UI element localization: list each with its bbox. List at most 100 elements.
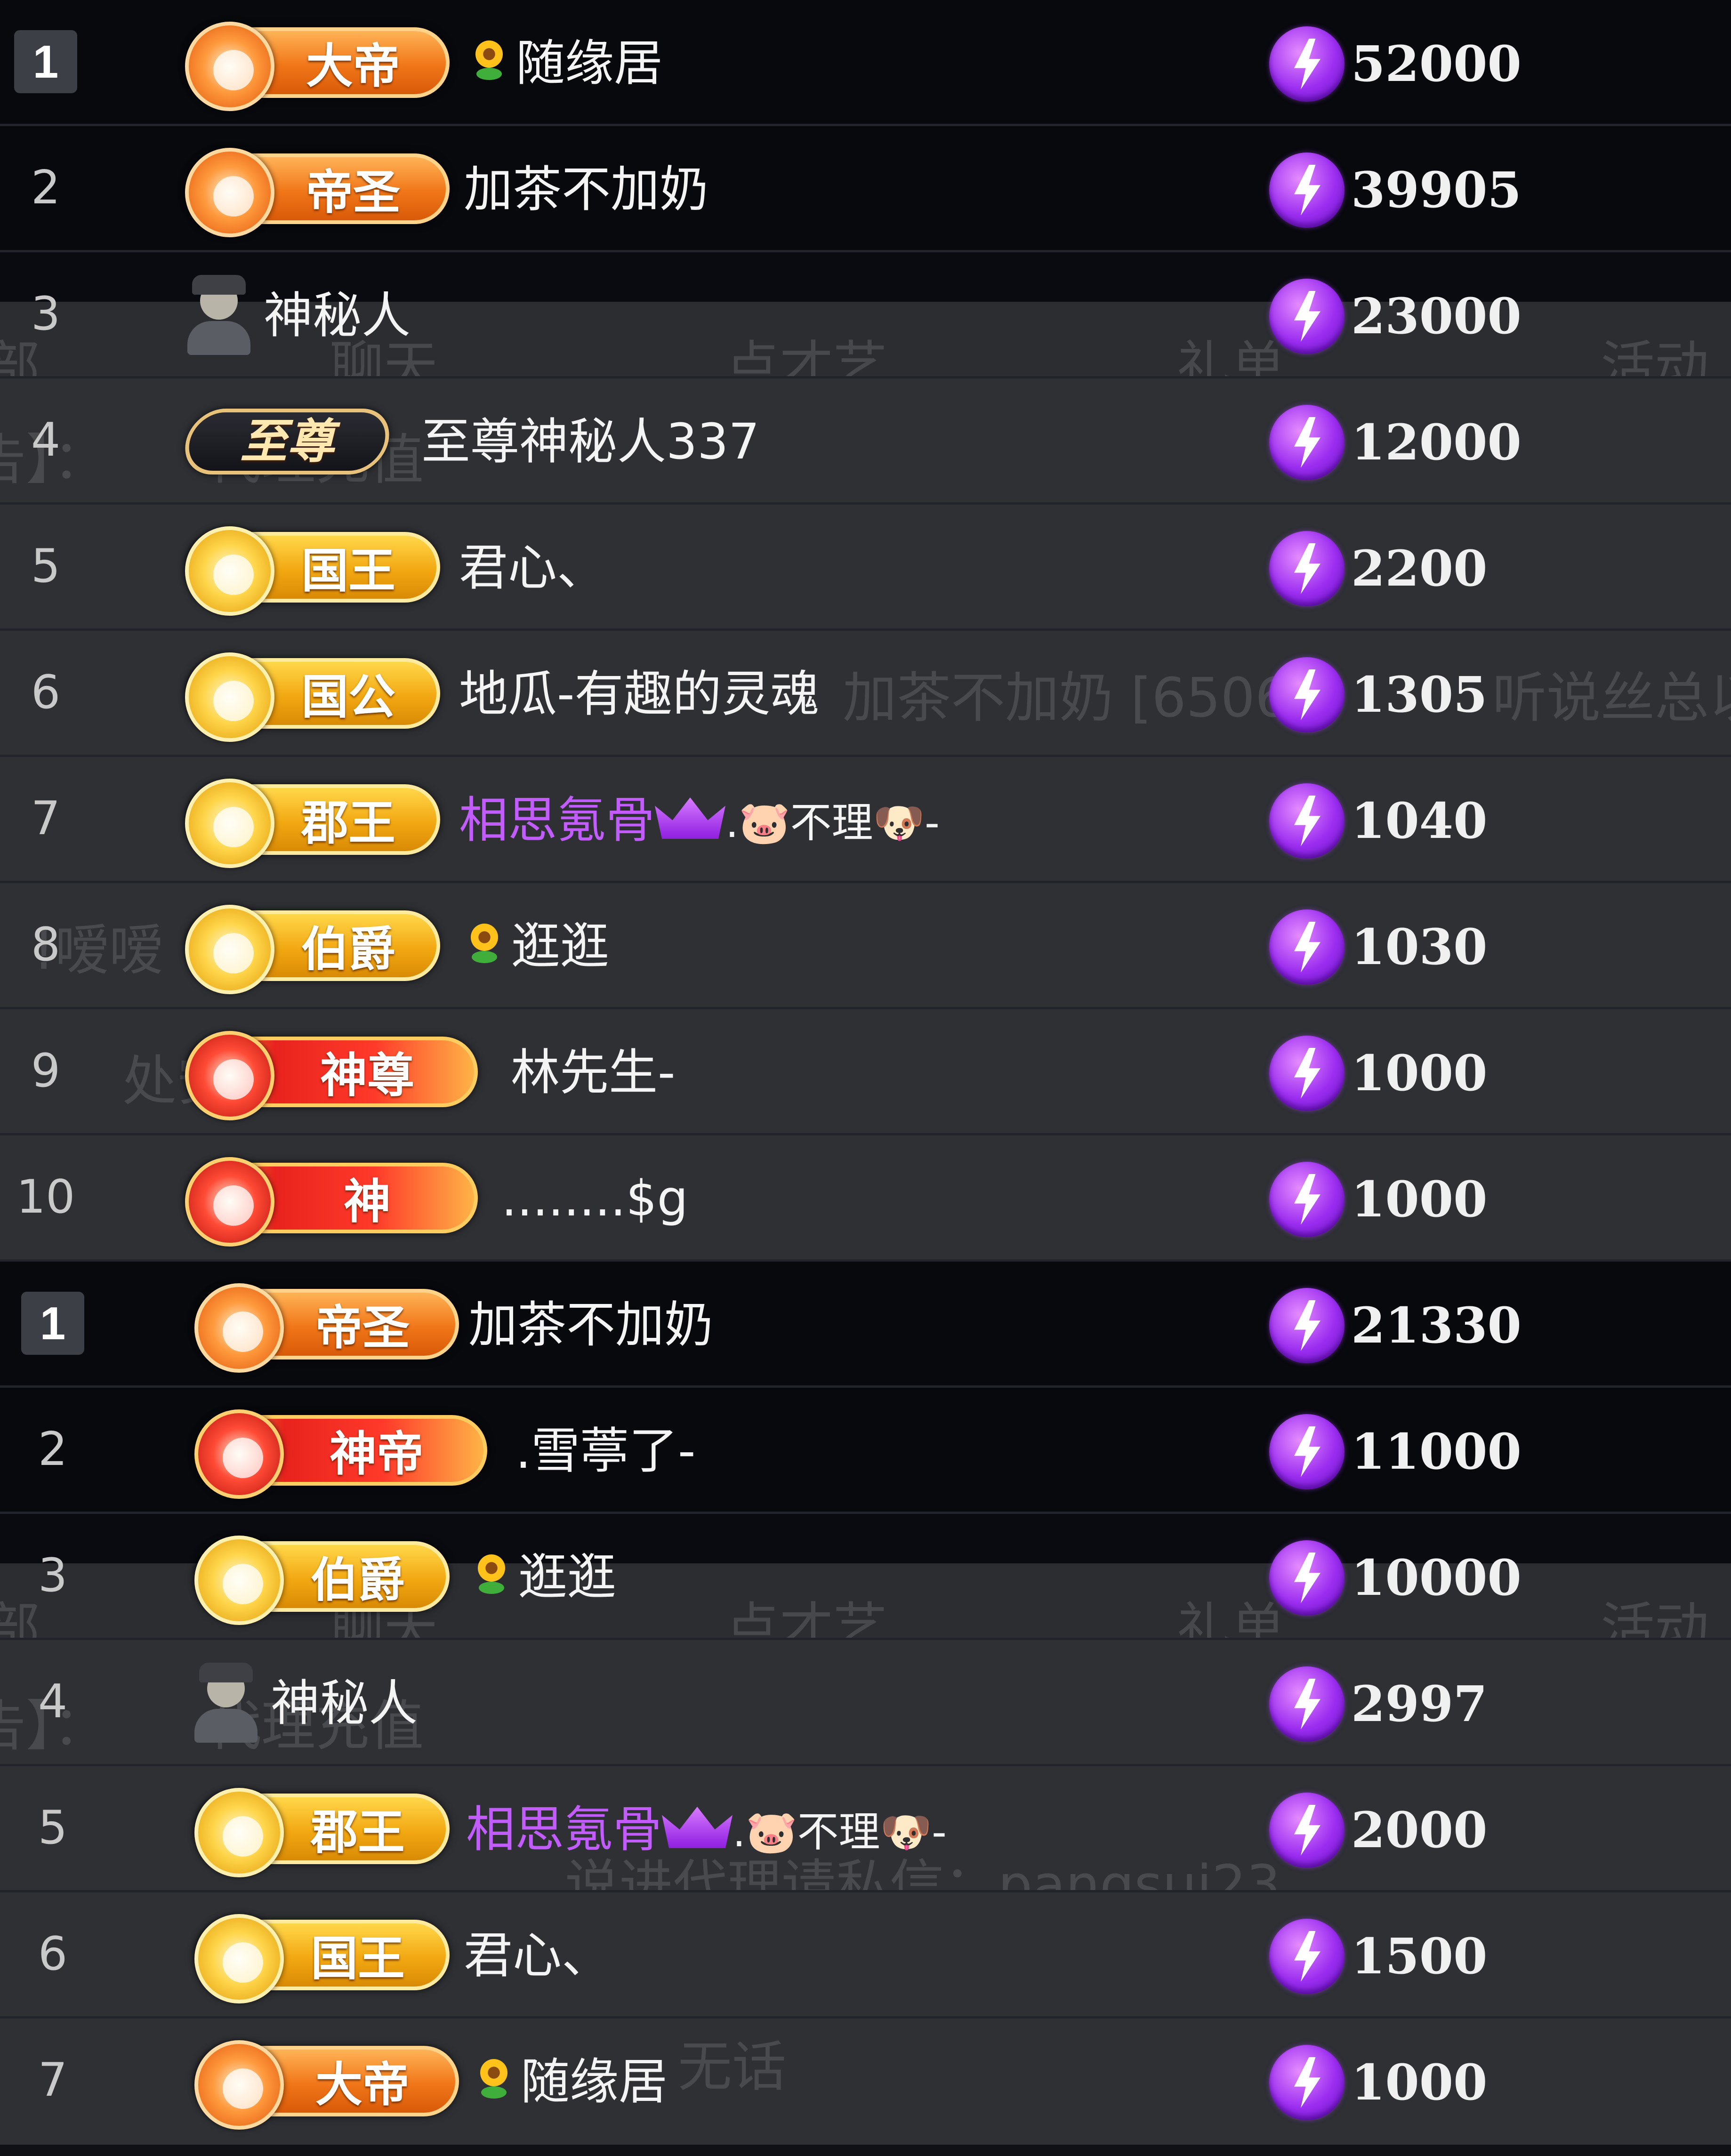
amount-value: 52000 <box>1351 35 1522 93</box>
medal-label: 大帝 <box>315 2057 410 2112</box>
user-name[interactable]: 林先生- <box>511 1034 676 1111</box>
user-name[interactable]: 相思氪骨 .🐷不理🐶- <box>459 781 940 859</box>
rank-number: 2 <box>31 161 61 215</box>
ranking-row[interactable]: 1 大帝 随缘居 52000 <box>0 0 1731 126</box>
noble-medal-badge: 大帝 <box>194 2040 459 2130</box>
lightning-coin-icon <box>1269 1288 1345 1363</box>
ghost-tab-talent: 点才艺 <box>725 1597 888 1640</box>
rank-number: 5 <box>38 1801 68 1855</box>
rank-number: 10 <box>16 1170 75 1224</box>
ranking-row[interactable]: !嗳嗳 8 伯爵 逛逛 1030 <box>0 883 1731 1009</box>
noble-medal-badge: 国公 <box>185 652 440 742</box>
ghost-tab-gift: 礼单 <box>1177 335 1286 378</box>
ranking-row[interactable]: 无话 7 大帝 随缘居 1000 <box>0 2019 1731 2145</box>
noble-medal-badge: 大帝 <box>185 22 450 111</box>
medal-emblem-icon <box>194 2040 284 2130</box>
amount-value: 21330 <box>1351 1296 1522 1354</box>
user-name[interactable]: 神秘人 <box>264 277 411 354</box>
ghost-chat-line: 加茶不加奶 [6506 <box>843 667 1290 730</box>
lightning-coin-icon <box>1269 531 1345 606</box>
lightning-coin-icon <box>1269 657 1345 732</box>
medal-emblem-icon <box>185 1031 274 1120</box>
amount-value: 1000 <box>1351 1044 1488 1102</box>
lightning-coin-icon <box>1269 1414 1345 1489</box>
user-name[interactable]: 随缘居 <box>475 2043 668 2120</box>
amount-value: 1000 <box>1351 1170 1488 1228</box>
rank-number: 3 <box>38 1549 68 1602</box>
ghost-chat-line: 听说丝总以 <box>1492 667 1731 730</box>
ranking-row[interactable]: 部 聊天 点才艺 礼单 活动 3 神秘人 23000 <box>0 252 1731 378</box>
amount-value: 2200 <box>1351 539 1488 597</box>
user-name[interactable]: 逛逛 <box>473 1538 616 1616</box>
ranking-row[interactable]: 告】： 代理充值 4 神秘人 2997 <box>0 1640 1731 1766</box>
user-name[interactable]: 君心、 <box>459 529 606 606</box>
ranking-row[interactable]: 7 郡王 相思氪骨 .🐷不理🐶- 1040 <box>0 757 1731 883</box>
sunflower-icon <box>475 2059 512 2101</box>
medal-label: 帝圣 <box>315 1300 410 1355</box>
ranking-row[interactable]: 6 国王 君心、 1500 <box>0 1892 1731 2019</box>
rank-number: 9 <box>31 1044 61 1098</box>
rank-number: 8 <box>31 918 61 972</box>
medal-label: 国公 <box>301 669 395 724</box>
medal-emblem-icon <box>194 1283 284 1373</box>
amount-value: 1030 <box>1351 918 1488 976</box>
user-name-text: 随缘居 <box>516 34 663 92</box>
medal-emblem-icon <box>194 1788 284 1877</box>
user-name[interactable]: 加茶不加奶 <box>468 1286 713 1363</box>
ranking-row[interactable]: 处安放的 9 神尊 林先生- 1000 <box>0 1009 1731 1135</box>
medal-emblem-icon <box>194 1536 284 1625</box>
user-name[interactable]: 逛逛 <box>466 908 609 985</box>
user-name[interactable]: 随缘居 <box>471 24 663 102</box>
user-name-highlight: 相思氪骨 <box>466 1801 662 1858</box>
lightning-coin-icon <box>1269 1793 1345 1868</box>
noble-medal-badge: 郡王 <box>194 1788 450 1877</box>
user-name[interactable]: 神秘人 <box>271 1665 418 1742</box>
rank-number: 2 <box>38 1423 68 1476</box>
ranking-row[interactable]: 部 聊天 点才艺 礼单 活动 3 伯爵 逛逛 10000 <box>0 1514 1731 1640</box>
lightning-coin-icon <box>1269 405 1345 480</box>
user-name[interactable]: 至尊神秘人337 <box>421 403 760 480</box>
noble-medal-badge: 神 <box>185 1157 478 1247</box>
rank-number: 5 <box>31 539 61 593</box>
ranking-row[interactable]: 加茶不加奶 [6506 听说丝总以 6 国公 地瓜-有趣的灵魂 1305 <box>0 631 1731 757</box>
lightning-coin-icon <box>1269 1540 1345 1616</box>
noble-medal-badge: 国王 <box>185 526 440 616</box>
amount-value: 1040 <box>1351 792 1488 850</box>
rank-number: 7 <box>31 792 61 845</box>
user-name[interactable]: 地瓜-有趣的灵魂 <box>459 655 820 732</box>
user-name[interactable]: 相思氪骨 .🐷不理🐶- <box>466 1791 947 1868</box>
ranking-row[interactable]: 说进代理请私信：pangsui23 5 郡王 相思氪骨 .🐷不理🐶- 2000 <box>0 1766 1731 1892</box>
medal-emblem-icon <box>185 905 274 994</box>
noble-medal-badge: 郡王 <box>185 779 440 868</box>
medal-emblem-icon <box>194 1914 284 2003</box>
amount-value: 39905 <box>1351 161 1522 219</box>
ghost-tab-gift: 礼单 <box>1177 1597 1286 1640</box>
ranking-row[interactable]: 10 神 ........$g 1000 <box>0 1135 1731 1262</box>
noble-medal-badge: 帝圣 <box>194 1283 459 1373</box>
medal-emblem-icon <box>185 526 274 616</box>
user-name-highlight: 相思氪骨 <box>459 791 655 849</box>
ranking-row[interactable]: 5 国王 君心、 2200 <box>0 505 1731 631</box>
ranking-list-1: 1 大帝 随缘居 52000 2 帝圣 加茶不加奶 39905 部 聊天 点才艺… <box>0 0 1731 1262</box>
medal-emblem-icon <box>194 1409 284 1499</box>
user-name[interactable]: .雪葶了- <box>515 1412 696 1489</box>
user-name[interactable]: ........$g <box>501 1160 688 1237</box>
sunflower-icon <box>466 924 503 966</box>
rank-number: 6 <box>31 666 61 719</box>
lightning-coin-icon <box>1269 1162 1345 1237</box>
noble-medal-badge: 国王 <box>194 1914 450 2003</box>
noble-medal-badge: 帝圣 <box>185 148 450 237</box>
amount-value: 11000 <box>1351 1423 1522 1480</box>
user-name[interactable]: 君心、 <box>464 1917 611 1994</box>
lightning-coin-icon <box>1269 279 1345 354</box>
medal-label: 神帝 <box>330 1426 424 1481</box>
user-name[interactable]: 加茶不加奶 <box>464 151 709 228</box>
ranking-row[interactable]: 2 帝圣 加茶不加奶 39905 <box>0 126 1731 252</box>
lightning-coin-icon <box>1269 783 1345 859</box>
ranking-row[interactable]: 2 神帝 .雪葶了- 11000 <box>0 1388 1731 1514</box>
ranking-row[interactable]: 告】： 代理充值 4 至尊 至尊神秘人337 12000 <box>0 378 1731 505</box>
lightning-coin-icon <box>1269 26 1345 102</box>
crown-icon <box>655 797 726 839</box>
ranking-row[interactable]: 1 帝圣 加茶不加奶 21330 <box>0 1262 1731 1388</box>
medal-label: 郡王 <box>311 1805 405 1860</box>
